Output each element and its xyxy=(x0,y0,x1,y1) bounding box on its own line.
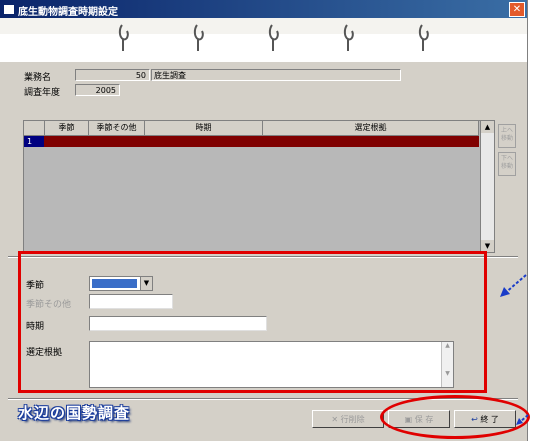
row-number: 1 xyxy=(24,136,44,147)
grid-header-season-other[interactable]: 季節その他 xyxy=(89,121,145,135)
title-bar: 底生動物調査時期設定 ✕ xyxy=(0,0,527,18)
highlight-rectangle xyxy=(18,251,487,393)
delete-row-button[interactable]: ✕ 行削除 xyxy=(312,410,384,428)
scroll-up-icon[interactable]: ▲ xyxy=(481,121,494,133)
pointer-arrow-icon xyxy=(500,274,527,297)
pointer-arrow-icon xyxy=(516,414,529,425)
logo: 水辺の国勢調査 xyxy=(18,404,131,422)
highlight-ellipse xyxy=(380,395,530,439)
close-button[interactable]: ✕ xyxy=(509,2,525,17)
window-title: 底生動物調査時期設定 xyxy=(18,7,118,18)
table-row[interactable]: 1 xyxy=(24,136,479,147)
business-name-label: 業務名 xyxy=(24,73,52,83)
grid-header-rownum xyxy=(24,121,45,135)
spiral-binding-banner xyxy=(0,18,527,62)
spiral-ring-icon xyxy=(343,23,357,53)
grid-header-period[interactable]: 時期 xyxy=(145,121,263,135)
spiral-ring-icon xyxy=(268,23,282,53)
spiral-ring-icon xyxy=(118,23,132,53)
survey-year-field: 2005 xyxy=(75,84,120,96)
app-window: 底生動物調査時期設定 ✕ 業務名 50 底生調査 調査年度 2005 季節 季節… xyxy=(0,0,530,441)
grid-header: 季節 季節その他 時期 選定根拠 xyxy=(24,121,479,136)
grid-header-season[interactable]: 季節 xyxy=(45,121,89,135)
season-grid[interactable]: 季節 季節その他 時期 選定根拠 1 ▲ ▼ xyxy=(23,120,495,253)
spiral-ring-icon xyxy=(418,23,432,53)
move-down-button[interactable]: 下へ移動 xyxy=(498,152,516,176)
x-icon: ✕ xyxy=(331,415,339,424)
business-name-field: 底生調査 xyxy=(151,69,401,81)
move-up-button[interactable]: 上へ移動 xyxy=(498,124,516,148)
grid-header-reason[interactable]: 選定根拠 xyxy=(263,121,479,135)
survey-year-label: 調査年度 xyxy=(24,88,61,98)
delete-row-label: 行削除 xyxy=(340,415,365,424)
spiral-ring-icon xyxy=(193,23,207,53)
window-icon xyxy=(3,4,15,15)
business-code-field: 50 xyxy=(75,69,150,81)
grid-scrollbar[interactable]: ▲ ▼ xyxy=(480,121,494,252)
